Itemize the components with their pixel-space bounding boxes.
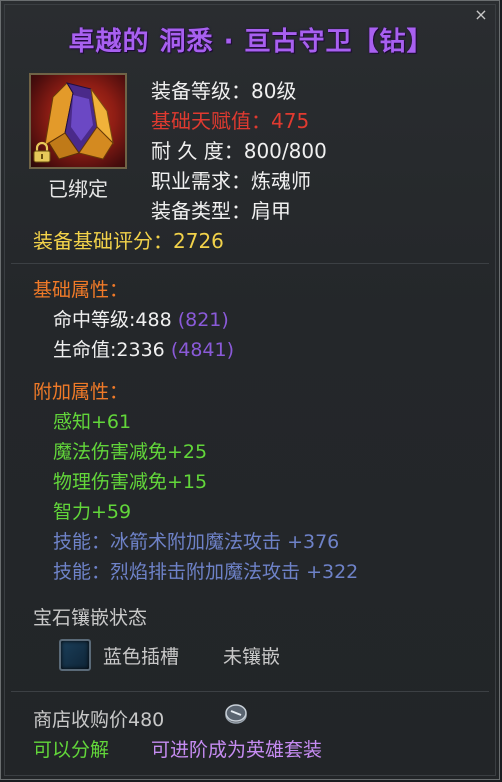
base-attr-row: 生命值:2336 (4841) [53,335,234,362]
base-attr-bonus: (4841) [170,339,234,361]
stat-score-value: 2726 [173,229,224,253]
base-attr-row: 命中等级:488 (821) [53,305,229,332]
extra-attr-item: 物理伤害减免+15 [53,471,208,493]
stat-level: 装备等级：80级 [151,75,296,104]
stat-class: 职业需求：炼魂师 [151,165,311,194]
stat-talent-label: 基础天赋值： [151,109,271,133]
base-attr-bonus: (821) [177,309,229,331]
lock-icon [33,141,51,163]
base-attr-label: 生命值:2336 [53,339,165,361]
stat-talent-value: 475 [271,109,310,133]
stat-type-label: 装备类型： [151,199,251,223]
skill-bonus-row: 技能：烈焰排击附加魔法攻击 +322 [53,557,358,584]
stat-type-value: 肩甲 [251,199,291,223]
stat-level-value: 80级 [251,79,297,103]
divider [11,691,489,692]
bound-status: 已绑定 [48,177,108,201]
shop-price: 商店收购价480 [33,709,165,731]
stat-type: 装备类型：肩甲 [151,195,291,224]
skill-value: +376 [287,531,340,553]
skill-bonus-row: 技能：冰箭术附加魔法攻击 +376 [53,527,339,554]
stat-class-label: 职业需求： [151,169,251,193]
base-attrs-header: 基础属性： [33,279,129,301]
base-attr-label: 命中等级:488 [53,309,172,331]
stat-class-value: 炼魂师 [251,169,311,193]
gem-slot-label: 蓝色插槽 [103,646,180,668]
divider [11,263,489,264]
item-tooltip: × 卓越的 洞悉 · 亘古守卫【钻】 已绑定 装备等级：80级 基础天赋值：47… [0,0,500,780]
stat-talent: 基础天赋值：475 [151,105,309,134]
extra-attr-item: 感知+61 [53,411,132,433]
gem-header: 宝石镶嵌状态 [33,607,148,629]
upgrade-label: 可进阶成为英雄套装 [151,739,323,761]
gem-slot-status: 未镶嵌 [223,646,281,668]
gem-slot-icon[interactable] [59,639,91,671]
skill-prefix: 技能： [53,561,111,583]
item-title: 卓越的 洞悉 · 亘古守卫【钻】 [68,27,434,57]
extra-attrs-header: 附加属性： [33,381,129,403]
stat-durability: 耐 久 度：800/800 [151,135,327,164]
stat-score-label: 装备基础评分： [33,229,173,253]
extra-attr-item: 智力+59 [53,501,132,523]
stat-durability-value: 800/800 [243,139,327,163]
skill-text: 冰箭术附加魔法攻击 [110,531,282,553]
extra-attr-item: 魔法伤害减免+25 [53,441,208,463]
skill-text: 烈焰排击附加魔法攻击 [110,561,301,583]
stat-score: 装备基础评分：2726 [33,225,224,254]
stat-level-label: 装备等级： [151,79,251,103]
skill-prefix: 技能： [53,531,111,553]
coin-icon [225,704,247,724]
skill-value: +322 [306,561,359,583]
stat-durability-label: 耐 久 度： [151,139,244,163]
decompose-label: 可以分解 [33,739,110,761]
